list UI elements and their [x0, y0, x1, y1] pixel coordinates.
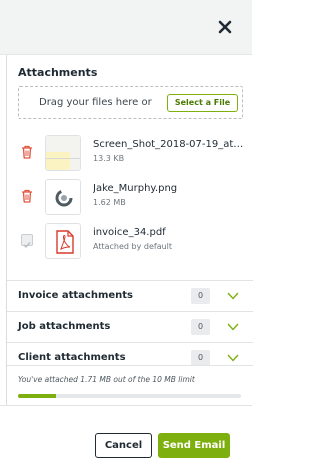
file-thumbnail [45, 179, 81, 215]
limit-progress-fill [18, 394, 57, 398]
attachments-panel: Attachments Drag your files here or Sele… [6, 55, 253, 405]
attached-checkbox [21, 234, 33, 249]
chevron-down-icon [227, 292, 239, 300]
section-label: Client attachments [18, 352, 126, 363]
trash-icon[interactable] [21, 145, 33, 159]
cancel-button[interactable]: Cancel [95, 433, 152, 458]
count-badge: 0 [191, 319, 210, 335]
pdf-icon [56, 230, 74, 254]
section-invoice-attachments[interactable]: Invoice attachments 0 [7, 280, 253, 311]
section-job-attachments[interactable]: Job attachments 0 [7, 311, 253, 342]
count-badge: 0 [191, 288, 210, 304]
attachments-title: Attachments [18, 66, 98, 79]
file-name: Screen_Shot_2018-07-19_at_10.32.45_AM.pn… [93, 139, 248, 150]
select-file-button[interactable]: Select a File [167, 94, 238, 112]
limit-progress-bar [18, 394, 241, 398]
chevron-down-icon [227, 354, 239, 362]
dropzone-text: Drag your files here or [39, 97, 152, 108]
send-email-button[interactable]: Send Email [158, 433, 230, 458]
file-dropzone[interactable]: Drag your files here or Select a File [18, 86, 243, 119]
file-size: 13.3 KB [93, 154, 125, 163]
file-thumbnail [45, 135, 81, 171]
file-name: Jake_Murphy.png [93, 183, 178, 194]
chevron-down-icon [227, 323, 239, 331]
section-client-attachments[interactable]: Client attachments 0 [7, 342, 253, 366]
limit-text: You've attached 1.71 MB out of the 10 MB… [18, 375, 195, 384]
section-label: Invoice attachments [18, 290, 134, 301]
attachment-item: invoice_34.pdf Attached by default [18, 221, 248, 261]
attached-by-default-note: Attached by default [93, 242, 173, 251]
file-size: 1.62 MB [93, 198, 126, 207]
modal-header [0, 0, 252, 55]
modal-footer: Cancel Send Email [0, 405, 252, 471]
attachment-item: Jake_Murphy.png 1.62 MB [18, 177, 248, 217]
trash-icon[interactable] [21, 189, 33, 203]
close-icon[interactable] [217, 19, 233, 35]
file-thumbnail [45, 223, 81, 259]
attachment-limit: You've attached 1.71 MB out of the 10 MB… [7, 365, 253, 405]
file-name: invoice_34.pdf [93, 227, 166, 238]
attachment-item: Screen_Shot_2018-07-19_at_10.32.45_AM.pn… [18, 133, 248, 173]
section-label: Job attachments [18, 321, 111, 332]
count-badge: 0 [191, 350, 210, 366]
